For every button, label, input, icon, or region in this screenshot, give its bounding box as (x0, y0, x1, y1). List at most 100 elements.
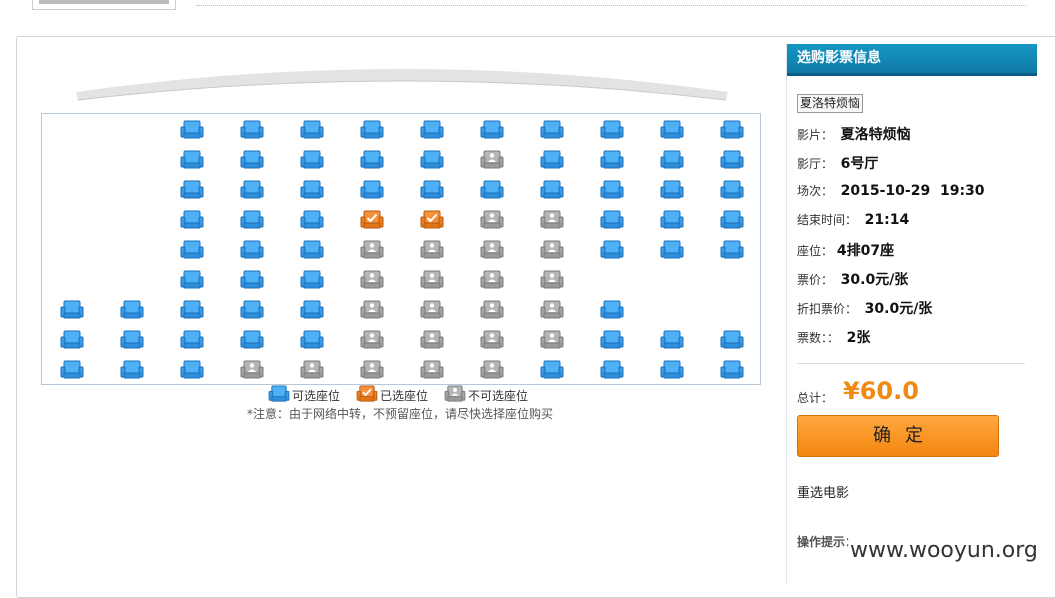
available-seat[interactable] (300, 330, 324, 350)
ticket-info-panel: 选购影票信息 夏洛特烦恼 影片： 夏洛特烦恼 影厅： 6号厅 场次： 2015-… (786, 44, 1037, 584)
total-value: ¥60.0 (843, 377, 919, 405)
available-seat[interactable] (300, 150, 324, 170)
session-value: 2015-10-29 19:30 (840, 183, 985, 199)
available-seat[interactable] (180, 120, 204, 140)
available-seat[interactable] (660, 150, 684, 170)
hall-value: 6号厅 (840, 156, 879, 172)
available-seat[interactable] (660, 330, 684, 350)
available-seat[interactable] (300, 120, 324, 140)
available-seat[interactable] (720, 150, 744, 170)
available-seat[interactable] (540, 120, 564, 140)
available-seat[interactable] (300, 210, 324, 230)
available-seat[interactable] (120, 360, 144, 380)
available-seat[interactable] (240, 180, 264, 200)
info-title: 选购影票信息 (787, 44, 1037, 76)
available-seat[interactable] (540, 150, 564, 170)
available-seat[interactable] (240, 120, 264, 140)
confirm-button[interactable]: 确定 (797, 415, 999, 457)
selected-seat[interactable] (360, 210, 384, 230)
available-seat[interactable] (120, 300, 144, 320)
available-seat[interactable] (720, 120, 744, 140)
available-seat[interactable] (300, 240, 324, 260)
unavailable-seat (480, 300, 504, 320)
available-seat[interactable] (420, 180, 444, 200)
selected-seat-icon (356, 385, 378, 403)
available-seat[interactable] (180, 270, 204, 290)
selected-seat[interactable] (420, 210, 444, 230)
unavailable-seat (420, 330, 444, 350)
available-seat[interactable] (180, 360, 204, 380)
top-thumbnail (32, 0, 176, 10)
available-seat[interactable] (660, 240, 684, 260)
available-seat[interactable] (600, 240, 624, 260)
available-seat[interactable] (480, 120, 504, 140)
available-seat[interactable] (540, 180, 564, 200)
notice-text: *注意：由于网络中转，不预留座位，请尽快选择座位购买 (247, 407, 554, 421)
available-seat[interactable] (240, 330, 264, 350)
count-row: 票数：： 2张 (797, 330, 871, 346)
available-seat[interactable] (600, 330, 624, 350)
available-seat[interactable] (360, 180, 384, 200)
available-seat[interactable] (660, 120, 684, 140)
available-seat[interactable] (180, 240, 204, 260)
available-seat[interactable] (600, 150, 624, 170)
available-seat[interactable] (60, 360, 84, 380)
available-seat[interactable] (660, 360, 684, 380)
available-seat[interactable] (240, 300, 264, 320)
unavailable-seat (360, 240, 384, 260)
available-seat[interactable] (240, 240, 264, 260)
price-value: 30.0元/张 (840, 272, 909, 288)
available-seat[interactable] (180, 210, 204, 230)
available-seat[interactable] (540, 360, 564, 380)
available-seat[interactable] (660, 180, 684, 200)
unavailable-seat (480, 270, 504, 290)
available-seat[interactable] (480, 180, 504, 200)
available-seat[interactable] (180, 330, 204, 350)
unavailable-seat (300, 360, 324, 380)
available-seat[interactable] (60, 330, 84, 350)
available-seat[interactable] (180, 180, 204, 200)
available-seat[interactable] (360, 120, 384, 140)
available-seat[interactable] (300, 270, 324, 290)
available-seat[interactable] (180, 150, 204, 170)
available-seat[interactable] (600, 120, 624, 140)
unavailable-seat (420, 300, 444, 320)
unavailable-seat (360, 360, 384, 380)
available-seat[interactable] (720, 240, 744, 260)
available-seat[interactable] (600, 360, 624, 380)
available-seat-icon (268, 385, 290, 402)
unavailable-seat (360, 300, 384, 320)
price-row: 票价： 30.0元/张 (797, 272, 909, 288)
reselect-movie-link[interactable]: 重选电影 (797, 482, 849, 501)
unavailable-seat (480, 210, 504, 230)
unavailable-seat (480, 330, 504, 350)
unavailable-seat (360, 270, 384, 290)
available-seat[interactable] (420, 150, 444, 170)
movie-poster-alt[interactable]: 夏洛特烦恼 (797, 94, 864, 113)
screen-arc (76, 69, 728, 101)
available-seat[interactable] (240, 270, 264, 290)
available-seat[interactable] (60, 300, 84, 320)
unavailable-seat (480, 360, 504, 380)
seat-value: 4排07座 (836, 243, 895, 259)
available-seat[interactable] (120, 330, 144, 350)
available-seat[interactable] (360, 150, 384, 170)
available-seat[interactable] (300, 180, 324, 200)
available-seat[interactable] (420, 120, 444, 140)
available-seat[interactable] (720, 360, 744, 380)
available-seat[interactable] (600, 210, 624, 230)
total-label: 总计： (797, 391, 834, 405)
available-seat[interactable] (600, 180, 624, 200)
unavailable-seat (420, 240, 444, 260)
available-seat[interactable] (600, 300, 624, 320)
available-seat[interactable] (180, 300, 204, 320)
available-seat[interactable] (660, 210, 684, 230)
available-seat[interactable] (300, 300, 324, 320)
available-seat[interactable] (720, 180, 744, 200)
available-seat[interactable] (720, 210, 744, 230)
hall-row: 影厅： 6号厅 (797, 156, 879, 172)
available-seat[interactable] (720, 330, 744, 350)
unavailable-seat (540, 240, 564, 260)
available-seat[interactable] (240, 210, 264, 230)
available-seat[interactable] (240, 150, 264, 170)
